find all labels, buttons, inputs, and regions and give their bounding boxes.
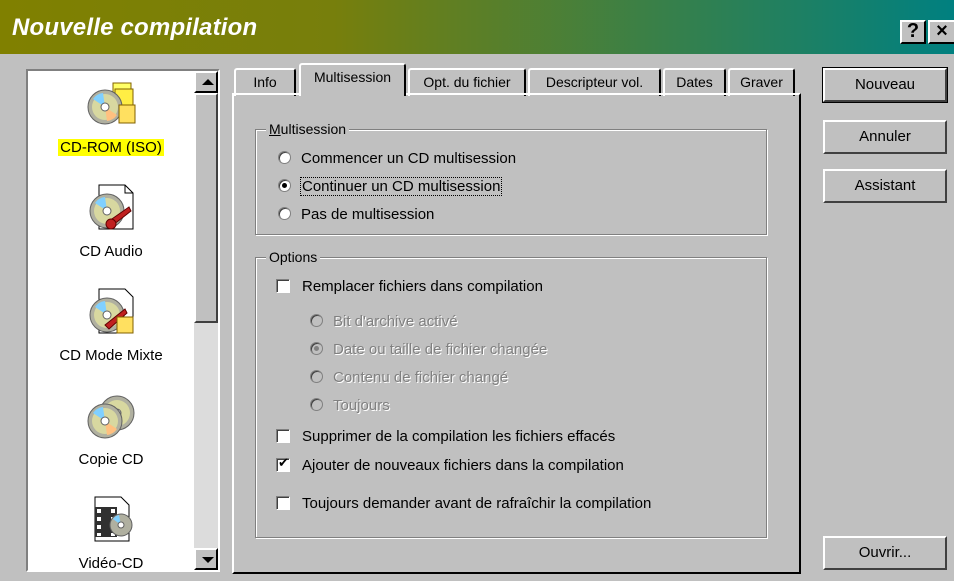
radio-label: Contenu de fichier changé [333, 369, 509, 386]
radio-label: Toujours [333, 397, 390, 414]
list-item-label: CD-ROM (ISO) [58, 139, 164, 156]
wizard-button[interactable]: Assistant [823, 169, 947, 203]
radio-button[interactable] [310, 342, 323, 355]
cd-mixed-mode-icon [89, 288, 134, 334]
list-item-label: Vidéo-CD [78, 555, 144, 570]
radio-always[interactable]: Toujours [310, 397, 390, 414]
options-group-title: Options [266, 249, 321, 265]
list-item-copy-cd[interactable]: Copie CD [28, 389, 194, 468]
radio-label: Bit d'archive activé [333, 313, 458, 330]
checkbox-ask-before-refresh[interactable]: Toujours demander avant de rafraîchir la… [276, 495, 651, 512]
radio-label: Commencer un CD multisession [301, 150, 517, 167]
list-item-cd-mixed-mode[interactable]: CD Mode Mixte [28, 285, 194, 364]
window-title: Nouvelle compilation [12, 14, 258, 41]
radio-button[interactable] [278, 179, 291, 192]
radio-button[interactable] [278, 207, 291, 220]
copy-cd-icon [87, 395, 135, 439]
multisession-group-title: Multisession [266, 121, 350, 137]
radio-no-multisession[interactable]: Pas de multisession [278, 206, 434, 223]
radio-button[interactable] [310, 398, 323, 411]
multisession-title-mnemonic: M [269, 121, 281, 137]
tab-volume-descriptor[interactable]: Descripteur vol. [528, 68, 661, 96]
list-item-cd-rom-iso[interactable]: CD-ROM (ISO) [28, 77, 194, 156]
radio-label: Date ou taille de fichier changée [333, 341, 548, 358]
checkbox[interactable] [276, 429, 290, 443]
cd-rom-iso-icon [87, 82, 136, 125]
cd-audio-icon [89, 184, 134, 230]
multisession-group: Multisession Commencer un CD multisessio… [255, 121, 767, 235]
close-button[interactable]: × [928, 20, 954, 44]
list-item-label: CD Mode Mixte [59, 347, 163, 364]
video-cd-icon [94, 496, 133, 542]
radio-start-multisession[interactable]: Commencer un CD multisession [278, 150, 516, 167]
scroll-up-button[interactable] [194, 71, 218, 93]
tab-file-options[interactable]: Opt. du fichier [408, 68, 526, 96]
list-scrollbar[interactable] [194, 71, 218, 570]
checkbox-label: Remplacer fichiers dans compilation [302, 278, 543, 295]
list-item-label: Copie CD [78, 451, 144, 468]
cancel-button[interactable]: Annuler [823, 120, 947, 154]
checkbox[interactable] [276, 456, 290, 472]
list-item-cd-audio[interactable]: CD Audio [28, 181, 194, 260]
checkbox-add-new-files[interactable]: Ajouter de nouveaux fichiers dans la com… [276, 456, 624, 474]
checkbox-delete-removed-files[interactable]: Supprimer de la compilation les fichiers… [276, 428, 615, 445]
radio-label: Pas de multisession [301, 206, 435, 223]
radio-continue-multisession[interactable]: Continuer un CD multisession [278, 177, 503, 196]
tab-dates[interactable]: Dates [663, 68, 726, 96]
checkbox-label: Ajouter de nouveaux fichiers dans la com… [302, 457, 624, 474]
compilation-type-list[interactable]: CD-ROM (ISO) CD Audio CD Mode Mixte Copi… [26, 69, 220, 572]
multisession-title-rest: ultisession [280, 121, 347, 137]
tab-multisession[interactable]: Multisession [299, 63, 406, 96]
arrow-down-icon [202, 557, 214, 563]
tab-burn[interactable]: Graver [728, 68, 795, 96]
checkbox-label: Supprimer de la compilation les fichiers… [302, 428, 616, 445]
radio-label: Continuer un CD multisession [299, 177, 503, 196]
checkbox-replace-files[interactable]: Remplacer fichiers dans compilation [276, 278, 543, 295]
help-button[interactable]: ? [900, 20, 926, 44]
radio-content-changed[interactable]: Contenu de fichier changé [310, 369, 508, 386]
open-button[interactable]: Ouvrir... [823, 536, 947, 570]
new-button[interactable]: Nouveau [822, 67, 948, 103]
checkbox[interactable] [276, 496, 290, 510]
checkbox[interactable] [276, 279, 290, 293]
arrow-up-icon [202, 79, 214, 85]
checkbox-label: Toujours demander avant de rafraîchir la… [302, 495, 652, 512]
scroll-thumb[interactable] [194, 93, 218, 323]
title-bar[interactable]: Nouvelle compilation ? × [0, 0, 954, 54]
radio-button[interactable] [310, 370, 323, 383]
list-item-label: CD Audio [79, 243, 143, 260]
scroll-down-button[interactable] [194, 548, 218, 570]
tab-info[interactable]: Info [234, 68, 296, 96]
radio-date-or-size-changed[interactable]: Date ou taille de fichier changée [310, 341, 547, 358]
radio-archive-bit[interactable]: Bit d'archive activé [310, 313, 458, 330]
options-group: Options Remplacer fichiers dans compilat… [255, 249, 767, 538]
tab-panel-multisession: Multisession Commencer un CD multisessio… [232, 93, 801, 574]
compilation-type-list-viewport: CD-ROM (ISO) CD Audio CD Mode Mixte Copi… [28, 71, 194, 570]
radio-button[interactable] [278, 151, 291, 164]
radio-button[interactable] [310, 314, 323, 327]
list-item-video-cd[interactable]: Vidéo-CD [28, 493, 194, 570]
